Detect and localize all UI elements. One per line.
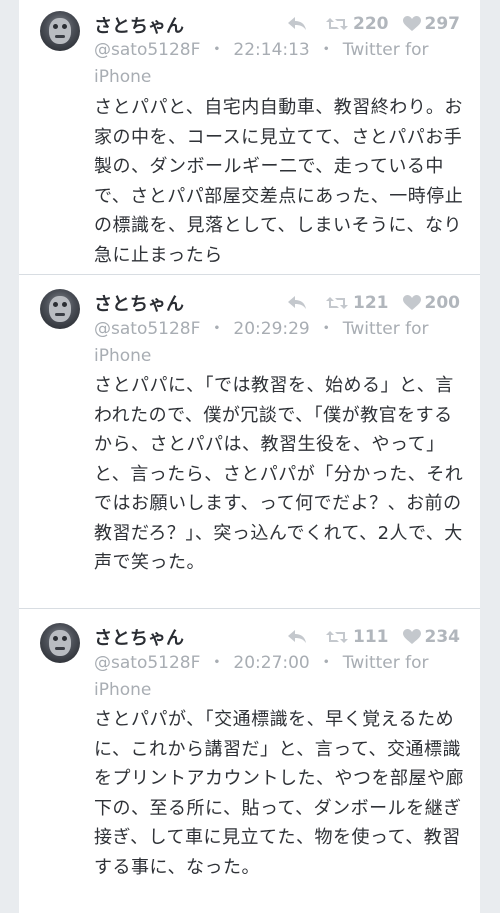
author-handle[interactable]: @sato5128F xyxy=(94,653,200,673)
tweet-time[interactable]: 20:27:00 xyxy=(233,653,309,673)
tweet-actions: 121 200 xyxy=(287,293,460,313)
favorite-count: 297 xyxy=(424,14,461,34)
heart-icon[interactable] xyxy=(402,295,421,311)
meta-separator: ・ xyxy=(208,319,226,339)
retweet-icon[interactable] xyxy=(325,629,349,645)
reply-icon[interactable] xyxy=(287,295,307,311)
author-name[interactable]: さとちゃん xyxy=(94,624,184,650)
retweet-count: 121 xyxy=(353,293,389,313)
tweet-time[interactable]: 22:14:13 xyxy=(233,40,309,60)
tweet-text: さとパパが、「交通標識を、早く覚えるために、これから講習だ」と、言って、交通標識… xyxy=(94,709,464,878)
tweet-text: さとパパと、自宅内自動車、教習終わり。お家の中を、コースに見立てて、さとパパお手… xyxy=(94,97,464,266)
retweet-count: 111 xyxy=(353,627,389,647)
retweet-icon[interactable] xyxy=(325,16,349,32)
author-name[interactable]: さとちゃん xyxy=(94,290,184,316)
reply-icon[interactable] xyxy=(287,629,307,645)
meta-separator: ・ xyxy=(317,40,335,60)
retweet-icon[interactable] xyxy=(325,295,349,311)
tweet-meta: @sato5128F ・ 22:14:13 ・ Twitter for iPhone xyxy=(94,37,444,91)
favorite-count: 200 xyxy=(424,293,461,313)
tweet-meta: @sato5128F ・ 20:27:00 ・ Twitter for iPhone xyxy=(94,650,444,704)
meta-separator: ・ xyxy=(317,653,335,673)
tweet-meta: @sato5128F ・ 20:29:29 ・ Twitter for iPhone xyxy=(94,316,444,370)
tweet-text: さとパパに、「では教習を、始める」と、言われたので、僕が冗談で、「僕が教官をする… xyxy=(94,375,464,573)
tweet-actions: 111 234 xyxy=(287,627,460,647)
author-handle[interactable]: @sato5128F xyxy=(94,319,200,339)
timeline: さとちゃん 220 297 @sato5128F ・ 22:14:13 ・ Twitte… xyxy=(19,0,480,913)
meta-separator: ・ xyxy=(317,319,335,339)
author-handle[interactable]: @sato5128F xyxy=(94,40,200,60)
favorite-count: 234 xyxy=(424,627,461,647)
retweet-count: 220 xyxy=(353,14,389,34)
reply-icon[interactable] xyxy=(287,16,307,32)
avatar[interactable] xyxy=(40,623,80,663)
heart-icon[interactable] xyxy=(402,629,421,645)
tweet-time[interactable]: 20:29:29 xyxy=(233,319,309,339)
heart-icon[interactable] xyxy=(402,16,421,32)
meta-separator: ・ xyxy=(208,40,226,60)
tweet-card[interactable]: さとちゃん 111 234 @sato5128F ・ 20:27:00 ・ Twitte… xyxy=(19,610,480,913)
avatar[interactable] xyxy=(40,11,80,51)
tweet-actions: 220 297 xyxy=(287,14,460,34)
tweet-card[interactable]: さとちゃん 121 200 @sato5128F ・ 20:29:29 ・ Twitte… xyxy=(19,276,480,609)
meta-separator: ・ xyxy=(208,653,226,673)
avatar[interactable] xyxy=(40,289,80,329)
author-name[interactable]: さとちゃん xyxy=(94,12,184,38)
tweet-card[interactable]: さとちゃん 220 297 @sato5128F ・ 22:14:13 ・ Twitte… xyxy=(19,0,480,275)
